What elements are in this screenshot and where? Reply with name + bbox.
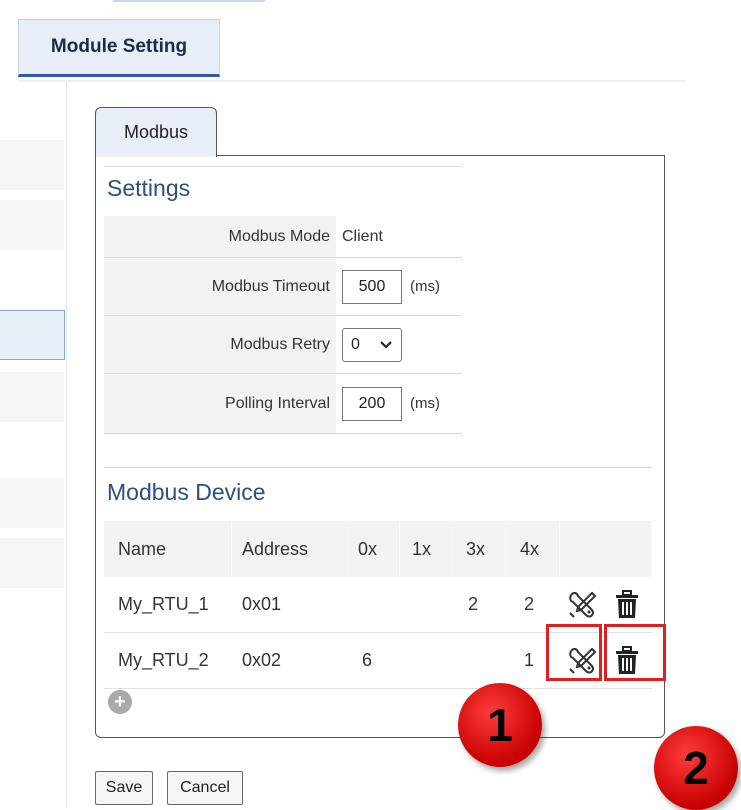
settings-row-retry: Modbus Retry 0	[104, 316, 462, 374]
annotation-badge-1: 1	[458, 683, 542, 767]
device-name: My_RTU_2	[118, 650, 209, 670]
polling-unit: (ms)	[410, 395, 440, 412]
sidebar-item[interactable]	[0, 372, 64, 422]
cancel-button[interactable]: Cancel	[167, 771, 243, 805]
device-0x: 6	[362, 650, 373, 670]
modbus-mode-value: Client	[342, 227, 383, 245]
col-address: Address	[232, 521, 348, 577]
col-4x: 4x	[506, 521, 560, 577]
sidebar-item[interactable]	[0, 478, 64, 528]
modbus-retry-select[interactable]: 0	[342, 327, 402, 362]
modbus-timeout-label: Modbus Timeout	[104, 258, 336, 315]
device-name: My_RTU_1	[118, 594, 209, 614]
modbus-mode-label: Modbus Mode	[104, 216, 336, 257]
polling-interval-input[interactable]	[342, 386, 402, 421]
device-address: 0x01	[242, 594, 282, 614]
modbus-device-title: Modbus Device	[107, 479, 266, 505]
header-separator	[18, 80, 686, 82]
col-1x: 1x	[400, 521, 452, 577]
col-actions	[560, 521, 652, 577]
add-device-button[interactable]: +	[108, 690, 132, 714]
device-4x: 2	[524, 594, 535, 614]
tab-modbus[interactable]: Modbus	[95, 107, 217, 157]
modbus-timeout-input[interactable]	[342, 269, 402, 304]
device-3x: 2	[468, 594, 479, 614]
timeout-unit: (ms)	[410, 278, 440, 295]
wrench-screwdriver-icon	[569, 591, 597, 618]
settings-row-timeout: Modbus Timeout (ms)	[104, 258, 462, 316]
highlight-edit-box	[546, 624, 602, 681]
sidebar-divider	[66, 82, 67, 808]
col-0x: 0x	[348, 521, 400, 577]
trash-icon	[616, 589, 638, 618]
top-divider	[113, 0, 265, 2]
device-4x: 1	[524, 650, 535, 670]
settings-divider	[104, 166, 462, 167]
modbus-retry-label: Modbus Retry	[104, 316, 336, 373]
col-3x: 3x	[452, 521, 506, 577]
device-divider	[104, 467, 652, 468]
retry-value: 0	[351, 335, 360, 353]
module-setting-tab[interactable]: Module Setting	[18, 19, 220, 77]
plus-circle-icon: +	[114, 691, 126, 713]
save-button[interactable]: Save	[95, 771, 153, 805]
settings-row-polling: Polling Interval (ms)	[104, 374, 462, 434]
table-header: Name Address 0x 1x 3x 4x	[104, 521, 652, 577]
sidebar-item[interactable]	[0, 538, 64, 588]
col-name: Name	[104, 521, 232, 577]
settings-title: Settings	[107, 175, 191, 201]
sidebar-item-active[interactable]	[0, 310, 65, 360]
chevron-down-icon	[380, 340, 392, 349]
settings-row-mode: Modbus Mode Client	[104, 216, 462, 258]
annotation-badge-2: 2	[654, 726, 738, 810]
device-address: 0x02	[242, 650, 282, 670]
polling-interval-label: Polling Interval	[104, 374, 336, 433]
highlight-delete-box	[604, 624, 666, 681]
sidebar-item[interactable]	[0, 140, 64, 190]
sidebar-item[interactable]	[0, 200, 64, 250]
